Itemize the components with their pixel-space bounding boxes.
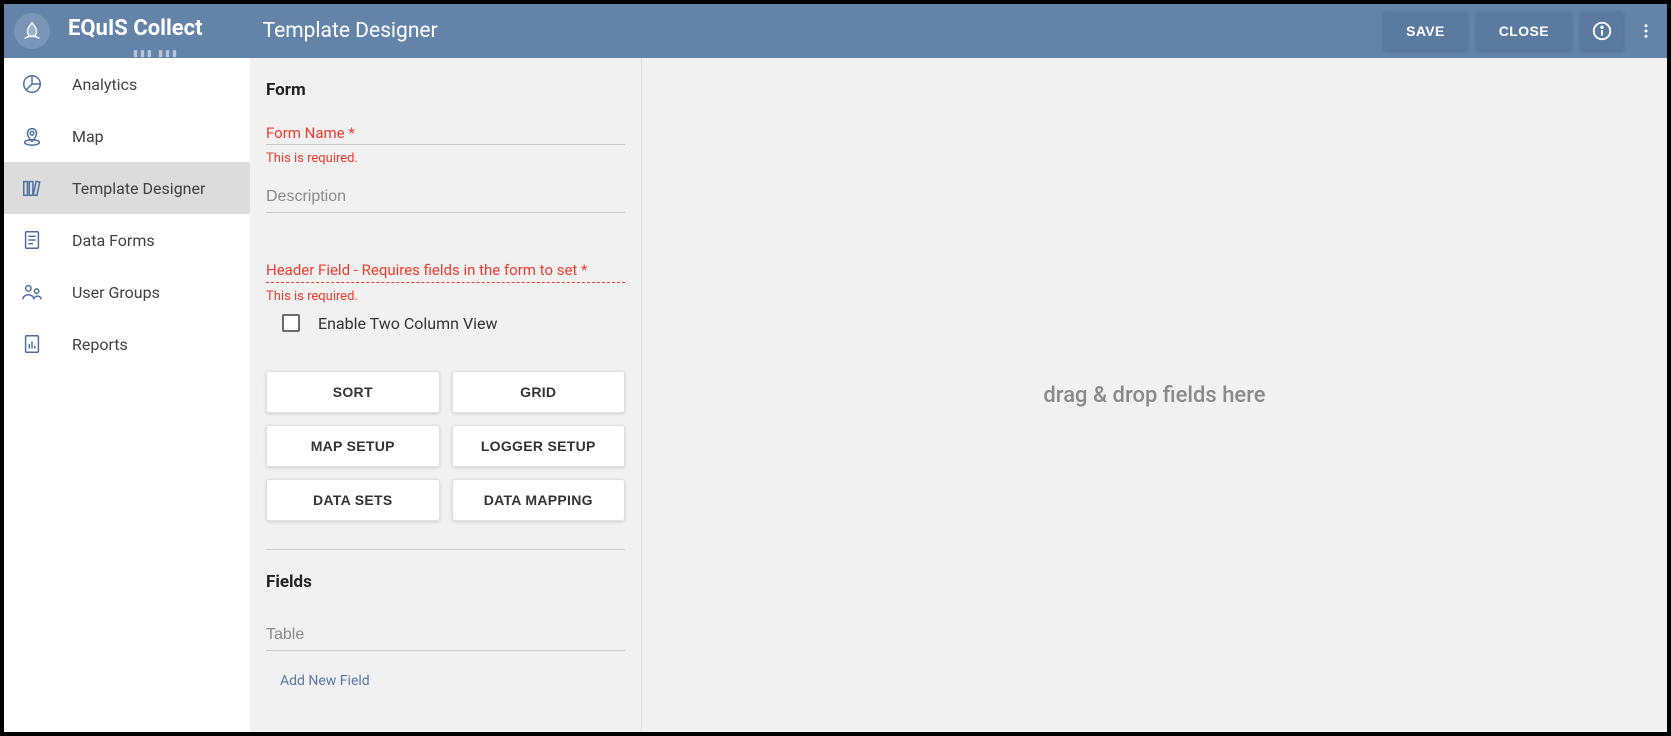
kebab-icon (1637, 22, 1655, 40)
two-column-checkbox[interactable] (282, 314, 300, 332)
sidebar-item-label: Reports (72, 335, 128, 354)
form-name-label: Form Name * (266, 124, 625, 142)
data-mapping-button[interactable]: DATA MAPPING (452, 479, 626, 521)
section-form-title: Form (266, 80, 625, 100)
page-title: Template Designer (263, 19, 438, 43)
app-subtitle: ▮▮▮ ▮▮▮ (133, 49, 179, 59)
bar-chart-doc-icon (20, 332, 44, 356)
sidebar-item-label: Data Forms (72, 231, 155, 250)
sidebar-item-template-designer[interactable]: Template Designer (4, 162, 250, 214)
app-header: EQuIS Collect ▮▮▮ ▮▮▮ Template Designer … (4, 4, 1667, 58)
close-button[interactable]: CLOSE (1477, 12, 1571, 50)
header-field-label: Header Field - Requires fields in the fo… (266, 261, 625, 283)
more-menu-button[interactable] (1631, 12, 1661, 50)
sidebar-item-label: Analytics (72, 75, 137, 94)
sort-button[interactable]: SORT (266, 371, 440, 413)
add-new-field-link[interactable]: Add New Field (266, 673, 370, 689)
sidebar-item-map[interactable]: Map (4, 110, 250, 162)
logger-setup-button[interactable]: LOGGER SETUP (452, 425, 626, 467)
form-name-field: Form Name * This is required. (266, 124, 625, 166)
header-field-error: This is required. (266, 289, 625, 304)
pie-chart-icon (20, 72, 44, 96)
table-input[interactable] (266, 620, 625, 651)
sidebar-item-data-forms[interactable]: Data Forms (4, 214, 250, 266)
sidebar-item-label: Template Designer (72, 179, 205, 198)
sidebar-item-reports[interactable]: Reports (4, 318, 250, 370)
save-button[interactable]: SAVE (1384, 12, 1467, 50)
sidebar-item-label: Map (72, 127, 104, 146)
map-setup-button[interactable]: MAP SETUP (266, 425, 440, 467)
design-canvas[interactable]: drag & drop fields here (642, 58, 1667, 732)
data-sets-button[interactable]: DATA SETS (266, 479, 440, 521)
app-logo-icon (14, 13, 50, 49)
info-button[interactable] (1581, 12, 1623, 50)
two-column-label: Enable Two Column View (318, 314, 498, 333)
sidebar-item-analytics[interactable]: Analytics (4, 58, 250, 110)
form-name-error: This is required. (266, 151, 625, 166)
section-fields-title: Fields (266, 572, 625, 592)
form-panel: Form Form Name * This is required. Heade… (250, 58, 642, 732)
sidebar-item-label: User Groups (72, 283, 160, 302)
books-icon (20, 176, 44, 200)
app-name: EQuIS Collect (68, 16, 203, 41)
sidebar-item-user-groups[interactable]: User Groups (4, 266, 250, 318)
info-icon (1591, 20, 1613, 42)
description-input[interactable] (266, 182, 625, 213)
canvas-placeholder: drag & drop fields here (1043, 383, 1265, 408)
document-icon (20, 228, 44, 252)
divider (266, 549, 625, 550)
header-field-block: Header Field - Requires fields in the fo… (266, 261, 625, 333)
grid-button[interactable]: GRID (452, 371, 626, 413)
sidebar-nav: Analytics Map Template Designer Data For… (4, 58, 250, 732)
user-groups-icon (20, 280, 44, 304)
map-pin-icon (20, 124, 44, 148)
